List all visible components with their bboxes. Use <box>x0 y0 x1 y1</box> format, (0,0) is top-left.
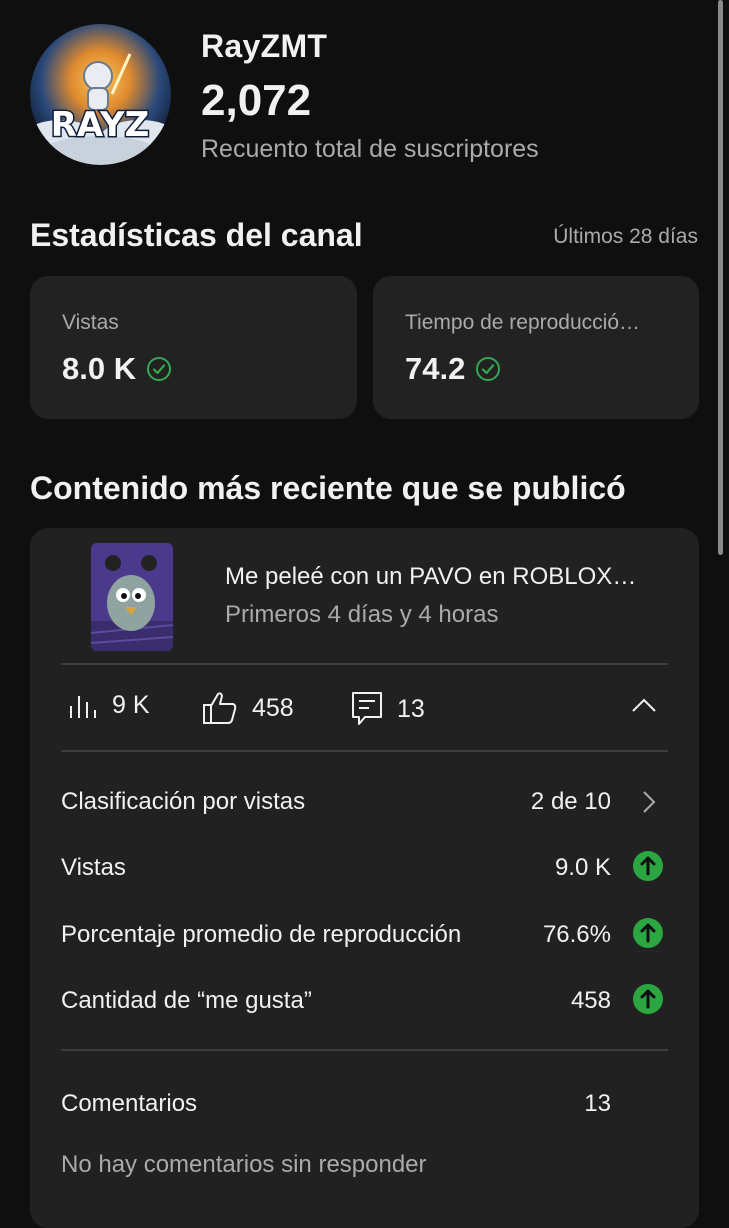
views-card[interactable]: Vistas 8.0 K <box>30 276 357 419</box>
chevron-up-icon <box>632 698 656 712</box>
views-card-value-wrap: 8.0 K <box>62 351 172 387</box>
likes-metric-value: 458 <box>252 693 294 722</box>
divider <box>61 1049 668 1051</box>
views-row-label: Vistas <box>61 854 126 881</box>
views-card-label: Vistas <box>62 311 119 334</box>
views-metric-value: 9 K <box>112 691 150 719</box>
views-row-value: 9.0 K <box>554 854 611 881</box>
subscriber-count: 2,072 <box>201 76 312 125</box>
divider <box>61 663 668 665</box>
recent-content-panel: Me peleé con un PAVO en ROBLOX… Primeros… <box>30 528 699 1228</box>
video-period: Primeros 4 días y 4 horas <box>225 601 499 628</box>
channel-name: RayZMT <box>201 28 328 64</box>
watch-time-card[interactable]: Tiempo de reproducció… 74.2 <box>373 276 699 419</box>
arrow-up-circle-icon <box>632 917 664 956</box>
likes-metric: 458 <box>202 691 294 725</box>
rank-row-value: 2 de 10 <box>530 788 611 815</box>
likes-row-value: 458 <box>570 987 611 1014</box>
thumbs-up-icon <box>203 692 237 724</box>
comments-row-value: 13 <box>584 1090 611 1117</box>
comment-icon <box>352 692 382 725</box>
comments-row-label: Comentarios <box>61 1090 198 1117</box>
watch-time-card-value-wrap: 74.2 <box>405 351 501 387</box>
recent-title: Contenido más reciente que se publicó <box>30 470 626 506</box>
comments-note-text: No hay comentarios sin responder <box>61 1151 427 1178</box>
views-metric: 9 K <box>68 691 150 720</box>
svg-text:RAYZ: RAYZ <box>51 105 150 145</box>
likes-row-label: Cantidad de “me gusta” <box>61 987 312 1014</box>
bar-chart-icon <box>70 695 96 718</box>
watch-time-card-label: Tiempo de reproducció… <box>405 311 640 334</box>
check-circle-icon <box>147 357 172 381</box>
scrollbar[interactable] <box>718 0 723 555</box>
stats-title: Estadísticas del canal <box>30 217 363 253</box>
chevron-right-icon <box>632 787 664 824</box>
subscriber-label: Recuento total de suscriptores <box>201 135 539 163</box>
arrow-up-circle-icon <box>632 983 664 1022</box>
avg-percentage-row-label: Porcentaje promedio de reproducción <box>61 921 462 948</box>
channel-avatar[interactable]: RAYZ <box>30 24 171 165</box>
avg-percentage-row-value: 76.6% <box>542 921 611 948</box>
divider <box>61 750 668 752</box>
stats-period: Últimos 28 días <box>553 225 698 248</box>
views-card-value: 8.0 K <box>62 351 137 386</box>
comments-metric-value: 13 <box>397 694 425 723</box>
watch-time-card-value: 74.2 <box>405 351 466 386</box>
arrow-up-circle-icon <box>632 850 664 889</box>
rank-row-label: Clasificación por vistas <box>61 788 306 815</box>
video-title[interactable]: Me peleé con un PAVO en ROBLOX… <box>225 563 636 591</box>
comments-metric: 13 <box>351 691 425 727</box>
check-circle-icon <box>476 357 501 381</box>
video-thumbnail[interactable] <box>91 543 173 651</box>
collapse-button[interactable] <box>630 696 658 719</box>
